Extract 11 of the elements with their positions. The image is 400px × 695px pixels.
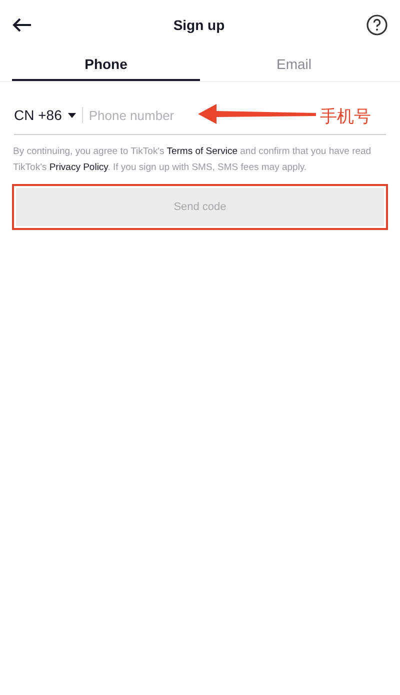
annotation-label: 手机号 <box>320 106 371 128</box>
terms-notice: By continuing, you agree to TikTok's Terms of Service and confirm that you have read TikTok's Privacy Policy. If you sign up with SMS, SMS fees may apply. <box>13 145 372 175</box>
page-title: Sign up <box>173 17 225 33</box>
phone-number-field[interactable]: Phone number <box>88 108 183 122</box>
policy-link[interactable]: Privacy Policy <box>49 162 108 173</box>
back-arrow-icon[interactable] <box>12 17 32 33</box>
dropdown-caret-icon[interactable] <box>68 112 76 118</box>
help-icon[interactable] <box>366 14 388 36</box>
policy-link[interactable]: Terms of Service <box>166 146 238 157</box>
country-code[interactable]: CN +86 <box>14 107 62 123</box>
tab[interactable]: Phone <box>12 50 200 81</box>
